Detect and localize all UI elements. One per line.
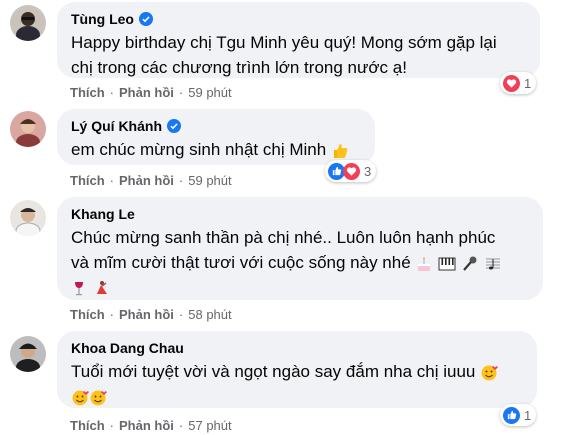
reaction-count: 1 xyxy=(524,75,532,91)
smiling-face-with-hearts-emoji xyxy=(72,390,89,406)
timestamp[interactable]: 59 phút xyxy=(188,173,231,188)
author-name[interactable]: Lý Quí Khánh xyxy=(71,117,162,135)
comment-bubble: Lý Quí Khánh em chúc mừng sinh nhật chị … xyxy=(57,109,375,165)
like-link[interactable]: Thích xyxy=(70,418,105,433)
reaction-summary[interactable]: 3 xyxy=(325,160,377,182)
comment-text: Tuổi mới tuyệt vời và ngọt ngào say đắm … xyxy=(71,359,523,409)
comment-line: chị trong các chương trình lớn trong nướ… xyxy=(71,58,407,77)
wine-glass-emoji xyxy=(75,281,83,295)
comment-bubble: Khang Le Chúc mừng sanh thần pà chị nhé.… xyxy=(57,197,543,300)
separator: · xyxy=(178,418,184,433)
timestamp[interactable]: 57 phút xyxy=(188,418,231,433)
piano-emoji xyxy=(438,257,456,271)
comment-actions: Thích · Phản hồi · 59 phút xyxy=(70,173,232,188)
comment-bubble: Tùng Leo Happy birthday chị Tgu Minh yêu… xyxy=(57,2,540,78)
comment-actions: Thích · Phản hồi · 57 phút xyxy=(70,418,232,433)
reaction-summary[interactable]: 1 xyxy=(500,404,537,426)
reaction-summary[interactable]: 1 xyxy=(500,72,537,94)
separator: · xyxy=(109,173,115,188)
avatar[interactable] xyxy=(10,200,46,236)
author-name[interactable]: Khang Le xyxy=(71,205,135,223)
like-link[interactable]: Thích xyxy=(70,307,105,322)
music-score-emoji xyxy=(485,258,500,270)
reply-link[interactable]: Phản hồi xyxy=(119,173,174,188)
timestamp[interactable]: 58 phút xyxy=(188,307,231,322)
author-name[interactable]: Tùng Leo xyxy=(71,10,134,28)
verified-badge-icon xyxy=(167,119,181,133)
reply-link[interactable]: Phản hồi xyxy=(119,85,174,100)
verified-badge-icon xyxy=(139,12,153,26)
separator: · xyxy=(109,307,115,322)
birthday-cake-emoji xyxy=(418,256,431,271)
heart-reaction-icon xyxy=(343,162,360,180)
like-link[interactable]: Thích xyxy=(70,85,105,100)
smiling-face-with-hearts-emoji xyxy=(481,365,498,381)
separator: · xyxy=(109,85,115,100)
separator: · xyxy=(178,85,184,100)
comment-line: Chúc mừng sanh thần pà chị nhé.. Luôn lu… xyxy=(71,228,496,247)
comment-bubble: Khoa Dang Chau Tuổi mới tuyệt vời và ngọ… xyxy=(57,331,537,408)
separator: · xyxy=(178,307,184,322)
comment-line: Happy birthday chị Tgu Minh yêu quý! Mon… xyxy=(71,33,497,52)
reaction-count: 3 xyxy=(364,163,372,179)
like-reaction-icon xyxy=(503,406,520,424)
dancer-emoji xyxy=(96,280,107,294)
comment-line: Tuổi mới tuyệt vời và ngọt ngào say đắm … xyxy=(71,362,476,381)
comment-line: và mĩm cười thật tươi với cuộc sống này … xyxy=(71,253,411,272)
comment-text: em chúc mừng sinh nhật chị Minh xyxy=(71,137,361,162)
separator: · xyxy=(109,418,115,433)
comment-text: Chúc mừng sanh thần pà chị nhé.. Luôn lu… xyxy=(71,225,529,300)
thumbs-up-emoji xyxy=(333,143,348,158)
reply-link[interactable]: Phản hồi xyxy=(119,418,174,433)
heart-reaction-icon xyxy=(503,74,520,92)
avatar[interactable] xyxy=(10,111,46,147)
smiling-face-with-hearts-emoji xyxy=(90,390,107,406)
reply-link[interactable]: Phản hồi xyxy=(119,307,174,322)
like-link[interactable]: Thích xyxy=(70,173,105,188)
comment-actions: Thích · Phản hồi · 59 phút xyxy=(70,85,232,100)
reaction-count: 1 xyxy=(524,407,532,423)
separator: · xyxy=(178,173,184,188)
microphone-emoji xyxy=(463,256,477,271)
author-name[interactable]: Khoa Dang Chau xyxy=(71,339,184,357)
comment-text: Happy birthday chị Tgu Minh yêu quý! Mon… xyxy=(71,30,526,80)
comment-line: em chúc mừng sinh nhật chị Minh xyxy=(71,140,327,159)
comment-actions: Thích · Phản hồi · 58 phút xyxy=(70,307,232,322)
timestamp[interactable]: 59 phút xyxy=(188,85,231,100)
avatar[interactable] xyxy=(10,5,46,41)
avatar[interactable] xyxy=(10,336,46,372)
